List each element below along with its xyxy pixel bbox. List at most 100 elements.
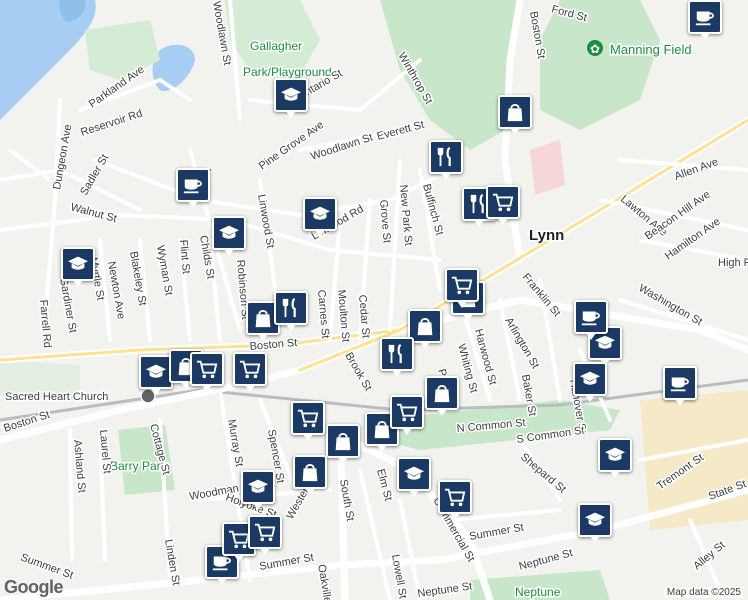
school-poi-marker[interactable]: [397, 457, 431, 497]
street-label: Brook St: [342, 351, 373, 394]
restaurant-poi-marker[interactable]: [274, 291, 308, 331]
google-logo: Google: [4, 577, 64, 597]
school-poi-marker[interactable]: [573, 362, 607, 402]
cafe-icon: [670, 377, 689, 392]
park-upper-left: [85, 20, 160, 80]
street-label: Bulfinch St: [420, 183, 445, 237]
school-icon: [247, 479, 269, 493]
park-manning: [540, 0, 660, 130]
shopping-icon: [434, 384, 450, 403]
manning-field-marker-glyph: ✿: [590, 42, 600, 56]
school-icon: [584, 512, 606, 526]
grocery-icon: [297, 409, 319, 428]
street-label: Dungeon Ave: [51, 124, 74, 191]
grocery-poi-marker[interactable]: [233, 352, 267, 392]
school-icon: [67, 256, 89, 270]
school-icon: [218, 225, 240, 239]
grocery-poi-marker[interactable]: [486, 185, 520, 225]
shopping-icon: [255, 309, 271, 328]
neptune-label: Neptune: [515, 585, 561, 599]
shopping-icon: [302, 463, 318, 482]
grocery-icon: [451, 276, 473, 295]
street-label: Laurel St: [97, 429, 113, 474]
street-label: Everett St: [376, 119, 426, 143]
grocery-icon: [196, 360, 218, 379]
school-poi-marker[interactable]: [578, 503, 612, 543]
grocery-poi-marker[interactable]: [291, 401, 325, 441]
street-label: Farrell Rd: [37, 299, 53, 348]
grocery-poi-marker[interactable]: [190, 352, 224, 392]
cafe-poi-marker[interactable]: [176, 168, 210, 208]
sacred-heart-label: Sacred Heart Church: [5, 391, 108, 403]
street-label: Boston St: [527, 10, 547, 59]
shopping-poi-marker[interactable]: [498, 95, 532, 135]
school-icon: [309, 206, 331, 220]
grocery-poi-marker[interactable]: [445, 268, 479, 308]
restaurant-poi-marker[interactable]: [429, 140, 463, 180]
school-poi-marker[interactable]: [598, 438, 632, 478]
gallagher-label-1: Gallagher: [250, 39, 302, 53]
restaurant-poi-marker[interactable]: [380, 337, 414, 377]
street-label: Grove St: [377, 199, 393, 243]
school-icon: [145, 364, 167, 378]
park-gallagher: [225, 0, 320, 75]
street-label: Neptune St: [518, 547, 574, 573]
grocery-poi-marker[interactable]: [248, 515, 282, 555]
school-poi-marker[interactable]: [61, 247, 95, 287]
school-icon: [594, 335, 616, 349]
street-label: Neptune St: [417, 580, 473, 600]
small-pond: [152, 44, 195, 91]
shopping-poi-marker[interactable]: [293, 455, 327, 495]
grocery-icon: [228, 530, 250, 549]
street-label: Wyman St: [154, 244, 175, 296]
school-icon: [579, 371, 601, 385]
grocery-poi-marker[interactable]: [438, 480, 472, 520]
restaurant-icon: [282, 297, 296, 318]
cafe-poi-marker[interactable]: [574, 300, 608, 340]
grocery-icon: [492, 193, 514, 212]
street-label: Linden St: [162, 538, 182, 586]
grocery-icon: [254, 523, 276, 542]
shopping-icon: [417, 317, 433, 336]
school-poi-marker[interactable]: [241, 470, 275, 510]
restaurant-icon: [388, 343, 402, 364]
map-canvas[interactable]: Gallagher Park/Playground ✿ Manning Fiel…: [0, 0, 748, 600]
shopping-icon: [335, 432, 351, 451]
street-label: Elm St: [374, 468, 394, 502]
cafe-poi-marker[interactable]: [688, 0, 722, 40]
school-poi-marker[interactable]: [303, 197, 337, 237]
shopping-poi-marker[interactable]: [326, 424, 360, 464]
grocery-icon: [239, 360, 261, 379]
cafe-poi-marker[interactable]: [663, 366, 697, 406]
pond-water: [0, 0, 96, 120]
school-icon: [280, 87, 302, 101]
school-poi-marker[interactable]: [139, 355, 173, 395]
gallagher-label-2: Park/Playground: [243, 65, 332, 79]
grocery-icon: [444, 488, 466, 507]
school-poi-marker[interactable]: [274, 78, 308, 118]
grocery-poi-marker[interactable]: [390, 395, 424, 435]
hospital-area: [530, 140, 565, 195]
arterials: [0, 118, 748, 372]
street-label: Shepard St: [518, 451, 568, 496]
street-label: Reservoir Rd: [79, 108, 144, 139]
street-label: High P: [718, 257, 748, 269]
shopping-icon: [507, 103, 523, 122]
grocery-icon: [396, 403, 418, 422]
street-label: Boston St: [249, 337, 298, 353]
school-icon: [604, 447, 626, 461]
street-label: Carnes St: [315, 289, 331, 339]
shopping-poi-marker[interactable]: [425, 376, 459, 416]
street-label: Summer St: [468, 522, 524, 543]
cafe-icon: [695, 11, 714, 26]
school-poi-marker[interactable]: [212, 216, 246, 256]
manning-field-label: Manning Field: [610, 42, 692, 57]
street-label: Flint St: [177, 239, 192, 274]
map-attribution: Map data ©2025: [663, 587, 744, 598]
restaurant-icon: [437, 146, 451, 167]
city-label-lynn: Lynn: [529, 227, 564, 244]
cafe-icon: [183, 179, 202, 194]
street-label: Linwood St: [255, 193, 276, 249]
cafe-icon: [581, 311, 600, 326]
street-label: New Park St: [397, 184, 414, 246]
